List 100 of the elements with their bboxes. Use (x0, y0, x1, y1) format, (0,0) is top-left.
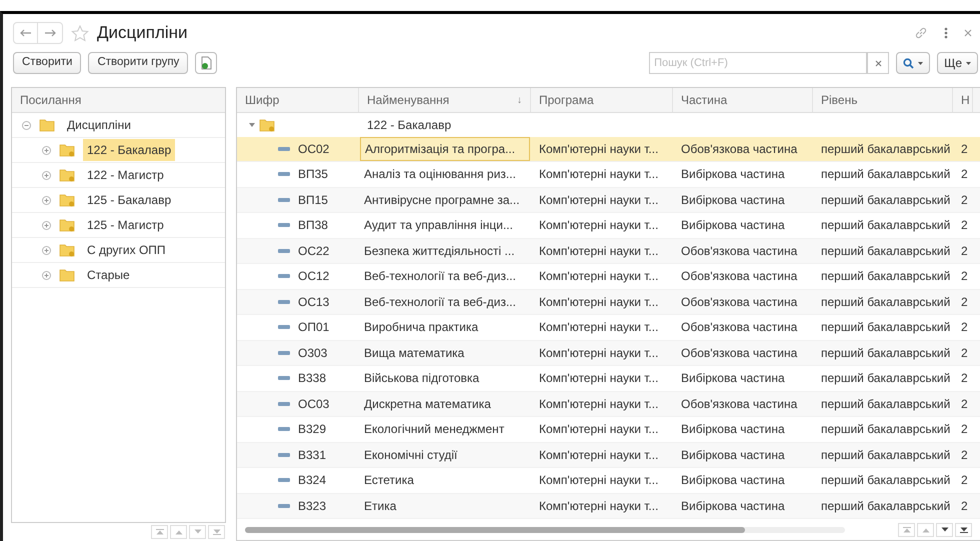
item-icon (278, 402, 290, 406)
table-cell-text: перший бакалаврський (820, 421, 952, 438)
table-cell-text: В324 (298, 472, 326, 490)
table-row[interactable]: В323 Етика Комп'ютерні науки т... Вибіркова частина перший бакалаврський 2 (237, 494, 980, 520)
down-arrow-icon (194, 529, 202, 535)
column-header[interactable]: Частина (673, 88, 813, 112)
collapse-arrow-icon[interactable] (249, 122, 255, 128)
down-arrow-icon (940, 526, 948, 533)
table-cell-text: Безпека життєдіяльності ... (363, 242, 516, 260)
table-cell-text: Комп'ютерні науки т... (538, 319, 660, 336)
expand-icon[interactable] (42, 270, 51, 280)
table-cell-text: перший бакалаврський (820, 294, 952, 311)
collapse-icon[interactable] (22, 120, 31, 130)
scroll-first-button[interactable] (898, 522, 915, 537)
table-cell-text: перший бакалаврський (820, 268, 952, 286)
tree-item[interactable]: 122 - Бакалавр (83, 139, 176, 161)
table-cell-text: ОП01 (298, 319, 330, 336)
tree-item[interactable]: Дисципліни (63, 114, 135, 136)
table-cell-text: Комп'ютерні науки т... (538, 498, 660, 515)
table-cell-text: ОС12 (298, 268, 330, 286)
table-row[interactable]: ВП15 Антивірусне програмне за... Комп'ютерні науки т... Вибіркова частина перший бакалаврський 2 (237, 188, 980, 214)
tree-item[interactable]: 125 - Бакалавр (83, 189, 176, 211)
table-cell-text: 2 (960, 396, 969, 413)
item-icon (278, 325, 290, 330)
column-header[interactable]: Програма (531, 88, 673, 112)
table-cell-text: Вибіркова частина (680, 472, 786, 490)
table-cell-text: 2 (960, 370, 969, 388)
table-cell-text: Комп'ютерні науки т... (538, 344, 660, 362)
table-cell-text: Екологічний менеджмент (363, 421, 506, 438)
tree-item[interactable]: С других ОПП (83, 239, 170, 261)
table-cell-text: Обов'язкова частина (680, 344, 798, 362)
table-cell-text: перший бакалаврський (820, 217, 952, 234)
table-row[interactable]: В331 Економічні студії Комп'ютерні науки т... Вибіркова частина перший бакалаврський 2 (237, 442, 980, 468)
table-row[interactable]: ОС02 Алгоритмізація та програ... Комп'ютерні науки т... Обов'язкова частина перший бакалаврський 2 (237, 136, 980, 162)
table-cell-text: Обов'язкова частина (680, 140, 798, 158)
linked-folder-icon (259, 118, 275, 132)
table-cell-text: 2 (960, 319, 969, 336)
item-icon (278, 504, 290, 508)
table-row[interactable]: О303 Вища математика Комп'ютерні науки т... Обов'язкова частина перший бакалаврський 2 (237, 340, 980, 366)
table-cell-text: Обов'язкова частина (680, 319, 798, 336)
toolbar-button[interactable]: Створити (13, 52, 82, 74)
item-icon (278, 223, 290, 228)
linked-folder-icon (59, 218, 75, 232)
more-button[interactable]: Ще (937, 52, 978, 74)
table-cell-text: В323 (298, 498, 326, 515)
table-cell-text: 2 (960, 268, 969, 286)
search-button[interactable] (896, 52, 930, 74)
column-header[interactable]: Рівень (813, 88, 953, 112)
table-cell-text: Вибіркова частина (680, 217, 786, 234)
close-icon[interactable] (964, 29, 972, 37)
tree-item[interactable]: 125 - Магистр (83, 214, 168, 236)
scroll-last-button[interactable] (955, 522, 972, 537)
expand-icon[interactable] (42, 246, 51, 254)
table-cell-text: Аудит та управління інци... (363, 217, 514, 234)
table-cell-text: Комп'ютерні науки т... (538, 294, 660, 311)
star-icon[interactable] (71, 24, 89, 42)
table-cell-text: Комп'ютерні науки т... (538, 421, 660, 438)
table-cell-text: перший бакалаврський (820, 498, 952, 515)
toolbar-button[interactable]: Створити групу (88, 52, 188, 74)
tree-item[interactable]: 122 - Магистр (83, 164, 168, 186)
table-cell-text: ОС03 (298, 396, 330, 413)
table-cell-text: Комп'ютерні науки т... (538, 166, 660, 184)
table-cell-text: Вибіркова частина (680, 192, 786, 209)
table-cell-text: Комп'ютерні науки т... (538, 268, 660, 286)
link-icon[interactable] (914, 26, 928, 40)
expand-icon[interactable] (42, 220, 51, 230)
expand-icon[interactable] (42, 170, 51, 180)
table-cell-text: перший бакалаврський (820, 344, 952, 362)
search-field[interactable]: Пошук (Ctrl+F) (649, 52, 868, 74)
expand-icon[interactable] (42, 196, 51, 204)
table-cell-text: 2 (960, 192, 969, 209)
add-file-button[interactable] (195, 52, 218, 74)
more-vertical-icon[interactable] (944, 27, 948, 39)
column-header[interactable]: Н (953, 88, 973, 112)
table-row[interactable]: ОС22 Безпека життєдіяльності ... Комп'ютерні науки т... Обов'язкова частина перший бакалаврський 2 (237, 238, 980, 264)
table-cell-text: 2 (960, 166, 969, 184)
table-cell-text: перший бакалаврський (820, 319, 952, 336)
column-header: Посилання (12, 88, 225, 113)
tree-item[interactable]: Старые (83, 264, 134, 286)
table-cell-text: ВП35 (298, 166, 328, 184)
item-icon (278, 146, 290, 151)
clear-search-button[interactable] (867, 52, 890, 74)
table-cell-text: Обов'язкова частина (680, 396, 798, 413)
column-header[interactable]: Найменування ↓ (359, 88, 531, 112)
table-cell-text: В331 (298, 446, 326, 464)
add-file-icon (200, 56, 212, 70)
table-row[interactable]: ОС03 Дискретна математика Комп'ютерні науки т... Обов'язкова частина перший бакалаврський 2 (237, 392, 980, 418)
table-cell-text: Вибіркова частина (680, 421, 786, 438)
horizontal-scrollbar[interactable] (245, 526, 845, 533)
down-arrow-icon (960, 526, 968, 533)
table-cell-text: В329 (298, 421, 326, 438)
column-header[interactable]: Шифр (237, 88, 359, 112)
table-cell-text: 2 (960, 344, 969, 362)
scroll-down-button[interactable] (936, 522, 953, 537)
scroll-first-button[interactable] (151, 525, 168, 539)
table-cell-text: 2 (960, 294, 969, 311)
expand-icon[interactable] (42, 146, 51, 154)
scroll-up-button[interactable] (170, 525, 187, 539)
table-cell-text: Комп'ютерні науки т... (538, 192, 660, 209)
table-row[interactable]: ОС13 Веб-технології та веб-диз... Комп'ютерні науки т... Обов'язкова частина перший бакалаврський 2 (237, 290, 980, 316)
